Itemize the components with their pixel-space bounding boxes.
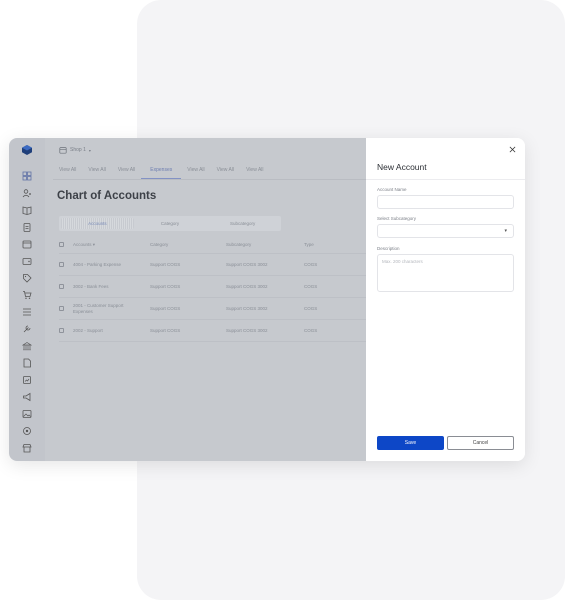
close-button[interactable] bbox=[507, 144, 517, 154]
tool-icon[interactable] bbox=[21, 323, 33, 335]
account-name-input[interactable] bbox=[377, 195, 514, 209]
tab-view-all-5[interactable]: View All bbox=[211, 162, 240, 179]
type-cell: COGS bbox=[304, 327, 318, 333]
tab-view-all-1[interactable]: View All bbox=[53, 162, 82, 179]
tab-view-all-6[interactable]: View All bbox=[240, 162, 269, 179]
logo-icon bbox=[21, 144, 33, 156]
clipboard-icon[interactable] bbox=[21, 221, 33, 233]
select-all-cell bbox=[59, 242, 73, 247]
account-cell: 4004 - Parking Expense bbox=[73, 261, 122, 267]
column-header-type: Type bbox=[304, 241, 314, 247]
settings-icon[interactable] bbox=[21, 425, 33, 437]
table-row[interactable]: 2001 - Customer Support Expenses Support… bbox=[59, 298, 366, 320]
type-cell: COGS bbox=[304, 283, 318, 289]
description-label: Description bbox=[377, 246, 400, 251]
cancel-button[interactable]: Cancel bbox=[447, 436, 514, 450]
chevron-down-icon: ▾ bbox=[88, 147, 91, 153]
category-cell: Support COGS bbox=[150, 327, 181, 333]
category-cell: Support COGS bbox=[150, 305, 181, 311]
tab-view-all-4[interactable]: View All bbox=[181, 162, 210, 179]
subcategory-cell: Support COGS 3002 bbox=[226, 305, 268, 311]
type-cell: COGS bbox=[304, 305, 318, 311]
account-cell: 2002 - Support bbox=[73, 327, 103, 333]
tab-view-all-3[interactable]: View All bbox=[112, 162, 141, 179]
segment-accounts[interactable]: Accounts bbox=[61, 218, 134, 229]
document-icon[interactable] bbox=[21, 357, 33, 369]
table-row[interactable]: 4004 - Parking Expense Support COGS Supp… bbox=[59, 254, 366, 276]
tag-icon[interactable] bbox=[21, 272, 33, 284]
column-header-subcategory: Subcategory bbox=[226, 241, 252, 247]
report-icon[interactable] bbox=[21, 374, 33, 386]
book-icon[interactable] bbox=[21, 204, 33, 216]
tab-bar: View All View All View All Expenses View… bbox=[53, 162, 366, 180]
segment-subcategory[interactable]: Subcategory bbox=[206, 218, 279, 229]
category-cell: Support COGS bbox=[150, 283, 181, 289]
main-content: Shop 1 ▾ View All View All View All Expe… bbox=[45, 138, 366, 461]
caret-down-icon: ▾ bbox=[504, 228, 507, 234]
subcategory-cell: Support COGS 3002 bbox=[226, 283, 268, 289]
subcategory-cell: Support COGS 3002 bbox=[226, 261, 268, 267]
accounts-table: Accounts ▾ Category Subcategory Type 400… bbox=[59, 236, 366, 342]
divider bbox=[366, 179, 525, 180]
type-cell: COGS bbox=[304, 261, 318, 267]
store-icon bbox=[59, 147, 67, 154]
megaphone-icon[interactable] bbox=[21, 391, 33, 403]
bank-icon[interactable] bbox=[21, 340, 33, 352]
drawer-title: New Account bbox=[377, 162, 427, 172]
store-selector[interactable]: Shop 1 ▾ bbox=[59, 146, 91, 154]
wallet-icon[interactable] bbox=[21, 255, 33, 267]
select-all-checkbox[interactable] bbox=[59, 242, 64, 247]
app-window: Shop 1 ▾ View All View All View All Expe… bbox=[9, 138, 525, 461]
account-name-label: Account Name bbox=[377, 187, 407, 192]
new-account-drawer: New Account Account Name Select Subcateg… bbox=[366, 138, 525, 461]
row-checkbox[interactable] bbox=[59, 284, 64, 289]
column-header-accounts[interactable]: Accounts ▾ bbox=[73, 242, 150, 248]
store-icon[interactable] bbox=[21, 442, 33, 454]
sidebar bbox=[9, 138, 45, 461]
users-icon[interactable] bbox=[21, 187, 33, 199]
segmented-control: Accounts Category Subcategory bbox=[59, 216, 281, 231]
account-cell: 2001 - Customer Support Expenses bbox=[73, 302, 124, 314]
sort-down-icon: ▾ bbox=[91, 241, 96, 247]
row-checkbox[interactable] bbox=[59, 262, 64, 267]
table-row[interactable]: 2002 - Support Support COGS Support COGS… bbox=[59, 320, 366, 342]
table-header: Accounts ▾ Category Subcategory Type bbox=[59, 236, 366, 254]
list-icon[interactable] bbox=[21, 306, 33, 318]
subcategory-select[interactable]: ▾ bbox=[377, 224, 514, 238]
close-icon bbox=[509, 146, 515, 152]
description-textarea[interactable]: Max. 200 characters bbox=[377, 254, 514, 292]
account-cell: 3002 - Bank Fees bbox=[73, 283, 109, 289]
subcategory-label: Select Subcategory bbox=[377, 216, 417, 221]
subcategory-cell: Support COGS 3002 bbox=[226, 327, 268, 333]
dashboard-icon[interactable] bbox=[21, 170, 33, 182]
save-button[interactable]: Save bbox=[377, 436, 444, 450]
row-checkbox[interactable] bbox=[59, 328, 64, 333]
store-label: Shop 1 bbox=[70, 147, 86, 153]
tab-expenses[interactable]: Expenses bbox=[141, 162, 182, 179]
segment-category[interactable]: Category bbox=[134, 218, 207, 229]
page-title: Chart of Accounts bbox=[57, 190, 157, 202]
row-checkbox[interactable] bbox=[59, 306, 64, 311]
calendar-icon[interactable] bbox=[21, 238, 33, 250]
tab-view-all-2[interactable]: View All bbox=[82, 162, 111, 179]
cart-icon[interactable] bbox=[21, 289, 33, 301]
table-row[interactable]: 3002 - Bank Fees Support COGS Support CO… bbox=[59, 276, 366, 298]
column-header-category: Category bbox=[150, 241, 169, 247]
image-icon[interactable] bbox=[21, 408, 33, 420]
category-cell: Support COGS bbox=[150, 261, 181, 267]
